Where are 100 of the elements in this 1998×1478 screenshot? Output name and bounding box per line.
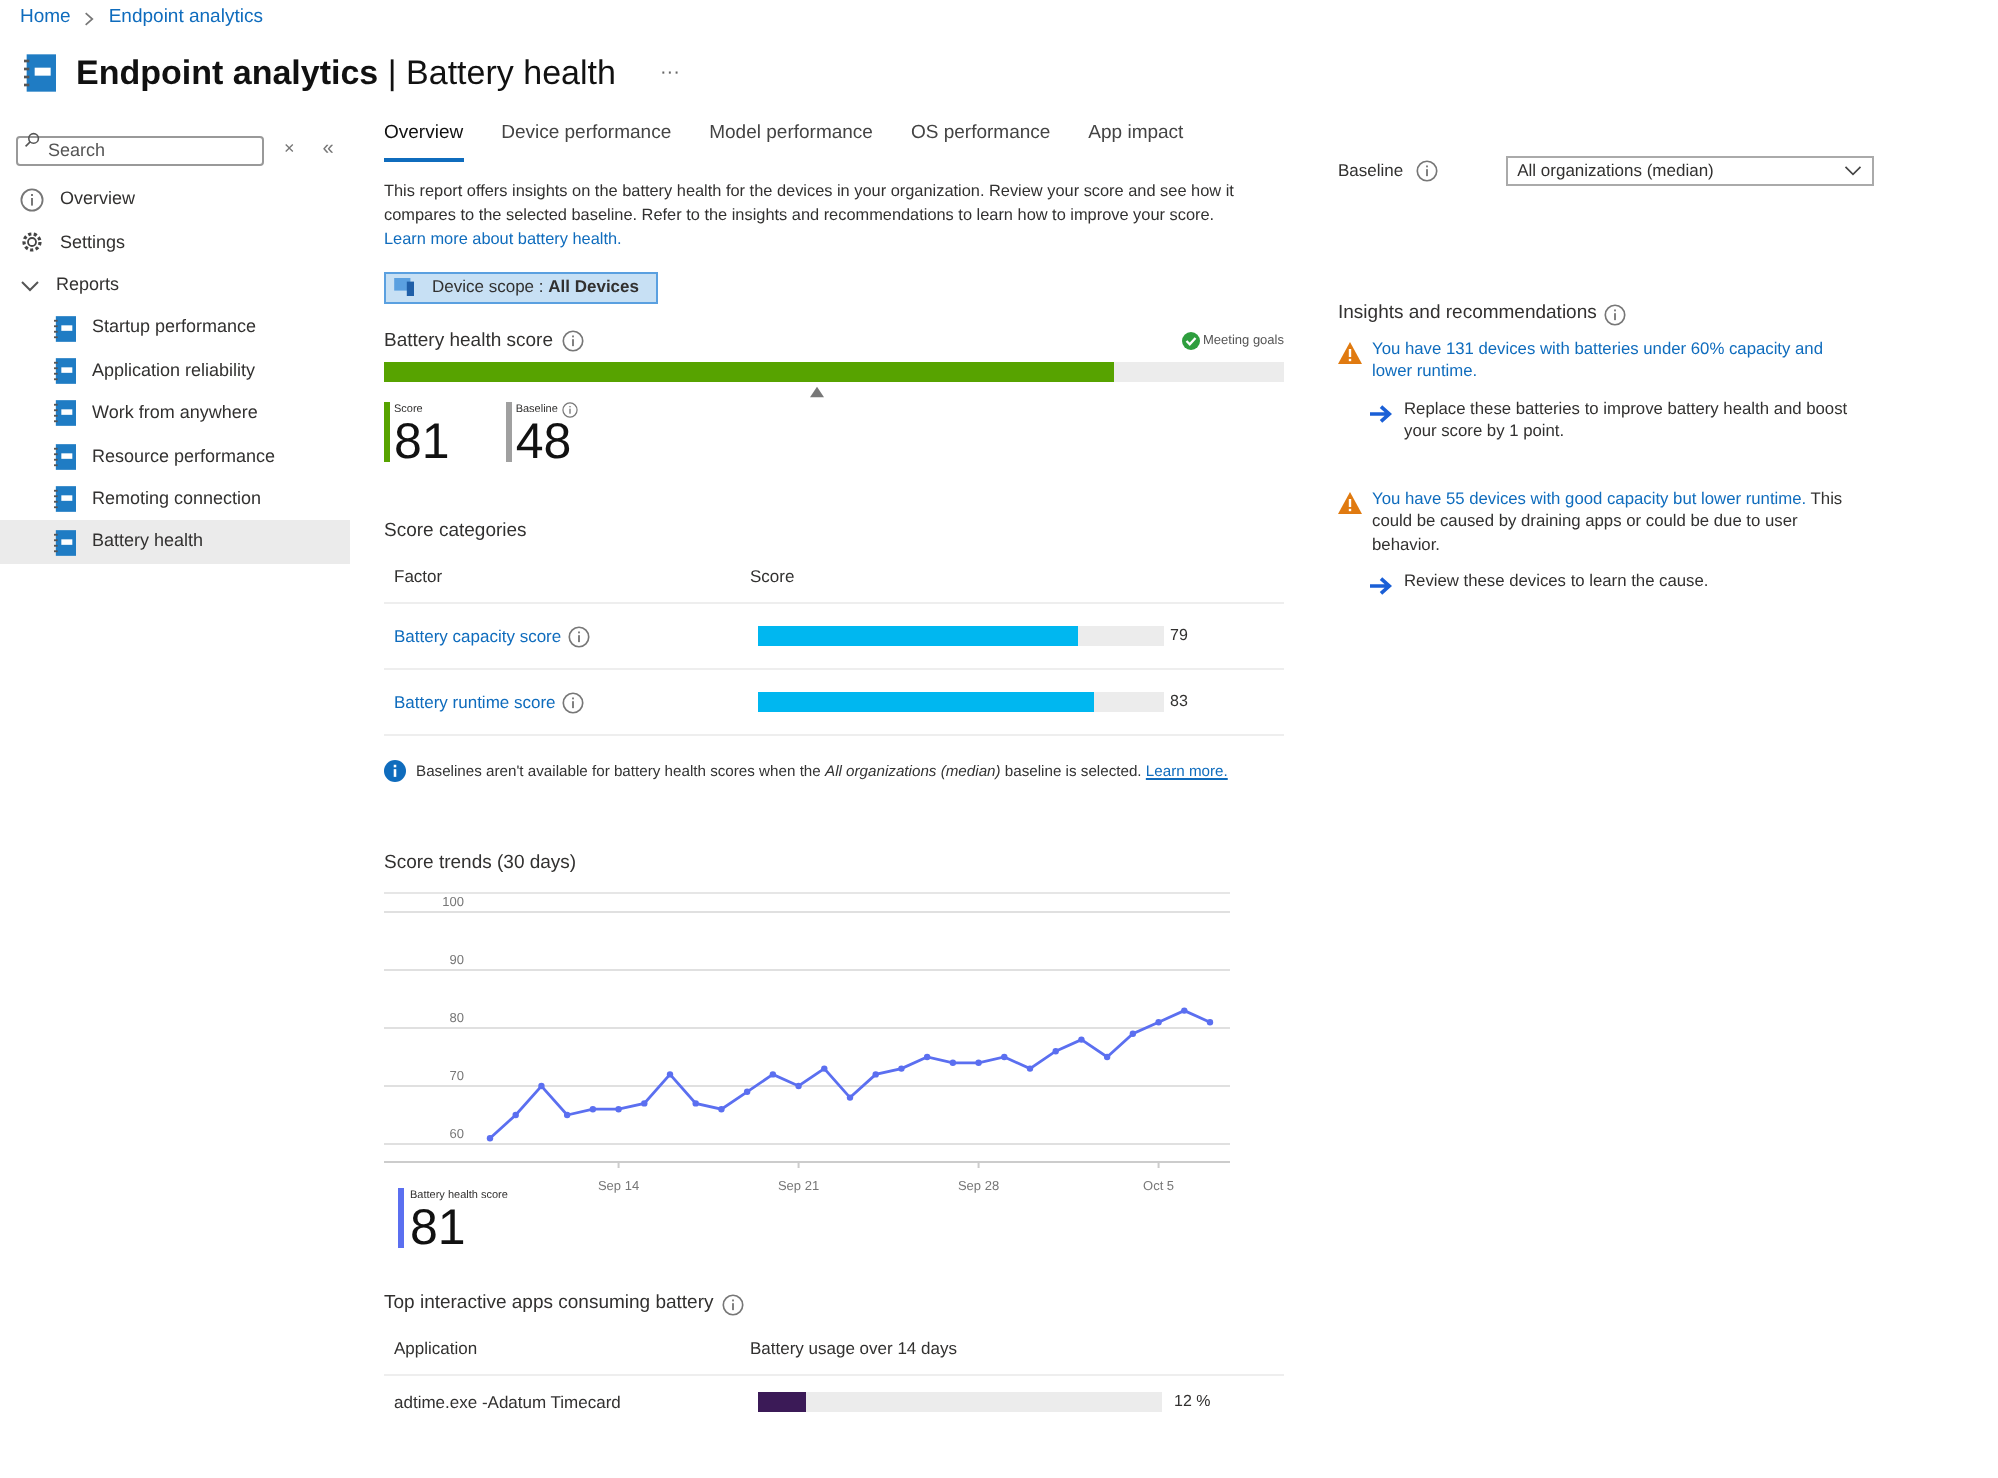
info-icon [1604,303,1627,326]
section-title: Top interactive apps consuming battery [384,1289,714,1318]
info-icon [20,187,44,212]
nav-item[interactable]: Startup performance [0,306,350,350]
column-header: Factor [394,564,445,590]
learn-more-link[interactable]: Learn more about battery health. [384,229,622,247]
tab[interactable]: Device performance [501,120,672,161]
data-point [872,1070,879,1077]
search-icon [24,132,40,149]
data-point [1052,1047,1059,1054]
chevron-icon [1844,166,1862,177]
warning-icon [1338,341,1362,363]
score-value: 83 [1170,690,1190,714]
data-point [898,1064,905,1072]
data-point [718,1105,725,1112]
data-point [1181,1006,1188,1014]
section-title: Score trends (30 days) [384,850,579,879]
data-point [641,1099,648,1106]
factor-link[interactable]: Battery runtime score [394,689,556,715]
section-title: Insights and recommendations [1338,300,1597,329]
score-value: 79 [1170,624,1190,648]
report-icon [54,358,76,384]
breadcrumb-link[interactable]: Home [20,4,71,33]
recommendation-text: Review these devices to learn the cause. [1404,570,1711,594]
report-icon [54,443,76,470]
info-icon [561,691,584,713]
warning-icon [1338,491,1362,513]
nav-item[interactable]: Settings [0,221,350,265]
baseline-dropdown[interactable]: All organizations (median) [1505,156,1874,187]
section-title: Battery health score [384,327,553,355]
search-field[interactable]: Search [16,135,264,166]
report-icon [54,486,76,513]
title-separator: | [387,53,397,91]
page-subtitle: Battery health [406,53,616,91]
usage-value: 12 % [1174,1389,1213,1414]
info-icon [384,760,406,783]
data-point [821,1064,828,1072]
insight-link[interactable]: You have 131 devices with batteries under 60% capacity and lower runtime. [1372,337,1862,383]
data-point [1026,1064,1034,1072]
application-name: adtime.exe -Adatum Timecard [394,1389,623,1415]
data-point [563,1111,571,1118]
column-header: Score [750,564,795,590]
tab[interactable]: Overview [384,120,464,161]
data-point [1001,1053,1008,1060]
data-point [795,1082,802,1089]
arrow-icon [1370,576,1392,596]
device-scope-button[interactable]: Device scope : All Devices [384,271,658,303]
data-point [666,1070,674,1077]
report-icon [54,529,76,556]
tab[interactable]: App impact [1088,120,1184,161]
data-point [1103,1053,1111,1060]
recommendation-text: Replace these batteries to improve battery health and boost your score by 1 point. [1404,397,1850,443]
collapse-button[interactable]: « [322,133,334,164]
more-button[interactable]: ··· [659,57,680,88]
data-point [846,1093,854,1101]
column-header: Application [394,1336,480,1362]
info-icon [1415,160,1438,183]
data-point [538,1082,545,1089]
report-icon [54,400,76,427]
device-icon [394,278,416,296]
data-point [615,1105,622,1112]
nav-item[interactable]: Battery health [0,520,350,564]
nav-item[interactable]: Work from anywhere [0,392,350,436]
nav-item[interactable]: Overview [0,178,350,222]
info-icon [721,1293,744,1316]
data-point [1206,1018,1214,1025]
data-point [1155,1018,1162,1025]
data-point [923,1053,931,1060]
data-point [512,1111,519,1118]
data-point [1078,1035,1085,1043]
data-point [1129,1029,1137,1037]
arrow-icon [1370,403,1392,423]
data-point [975,1058,982,1066]
report-icon [54,315,76,342]
chevron-icon [84,11,95,26]
column-header: Battery usage over 14 days [750,1336,957,1362]
tab[interactable]: OS performance [910,120,1051,161]
factor-link[interactable]: Battery capacity score [394,623,562,649]
breadcrumb-link[interactable]: Endpoint analytics [108,4,263,33]
info-icon [561,330,583,353]
info-icon [567,625,590,647]
baseline-label: Baseline [1338,158,1404,185]
check-icon [1181,332,1200,351]
nav-item[interactable]: Reports [0,264,350,307]
nav-item[interactable]: Remoting connection [0,477,350,521]
data-point [769,1070,777,1077]
data-point [692,1099,699,1106]
settings-icon [20,230,44,255]
page-title: Endpoint analytics [76,53,379,91]
insight-link[interactable]: You have 55 devices with good capacity but lower runtime. [1372,487,1807,507]
tile-value: 48 [515,418,574,466]
tab[interactable]: Model performance [709,120,873,161]
intro-text: This report offers insights on the battery health for the devices in your organization. Review your score and see how it compares to the selected baseline. Refer to the insights and recommendations to learn how to improve your score. Learn more about battery health. [384,179,1236,251]
nav-item[interactable]: Resource performance [0,435,350,478]
data-point [949,1058,957,1066]
clear-button[interactable]: × [284,135,295,162]
data-point [743,1087,751,1095]
legend-value: 81 [410,1203,468,1252]
data-point [589,1105,597,1112]
nav-item[interactable]: Application reliability [0,349,350,393]
